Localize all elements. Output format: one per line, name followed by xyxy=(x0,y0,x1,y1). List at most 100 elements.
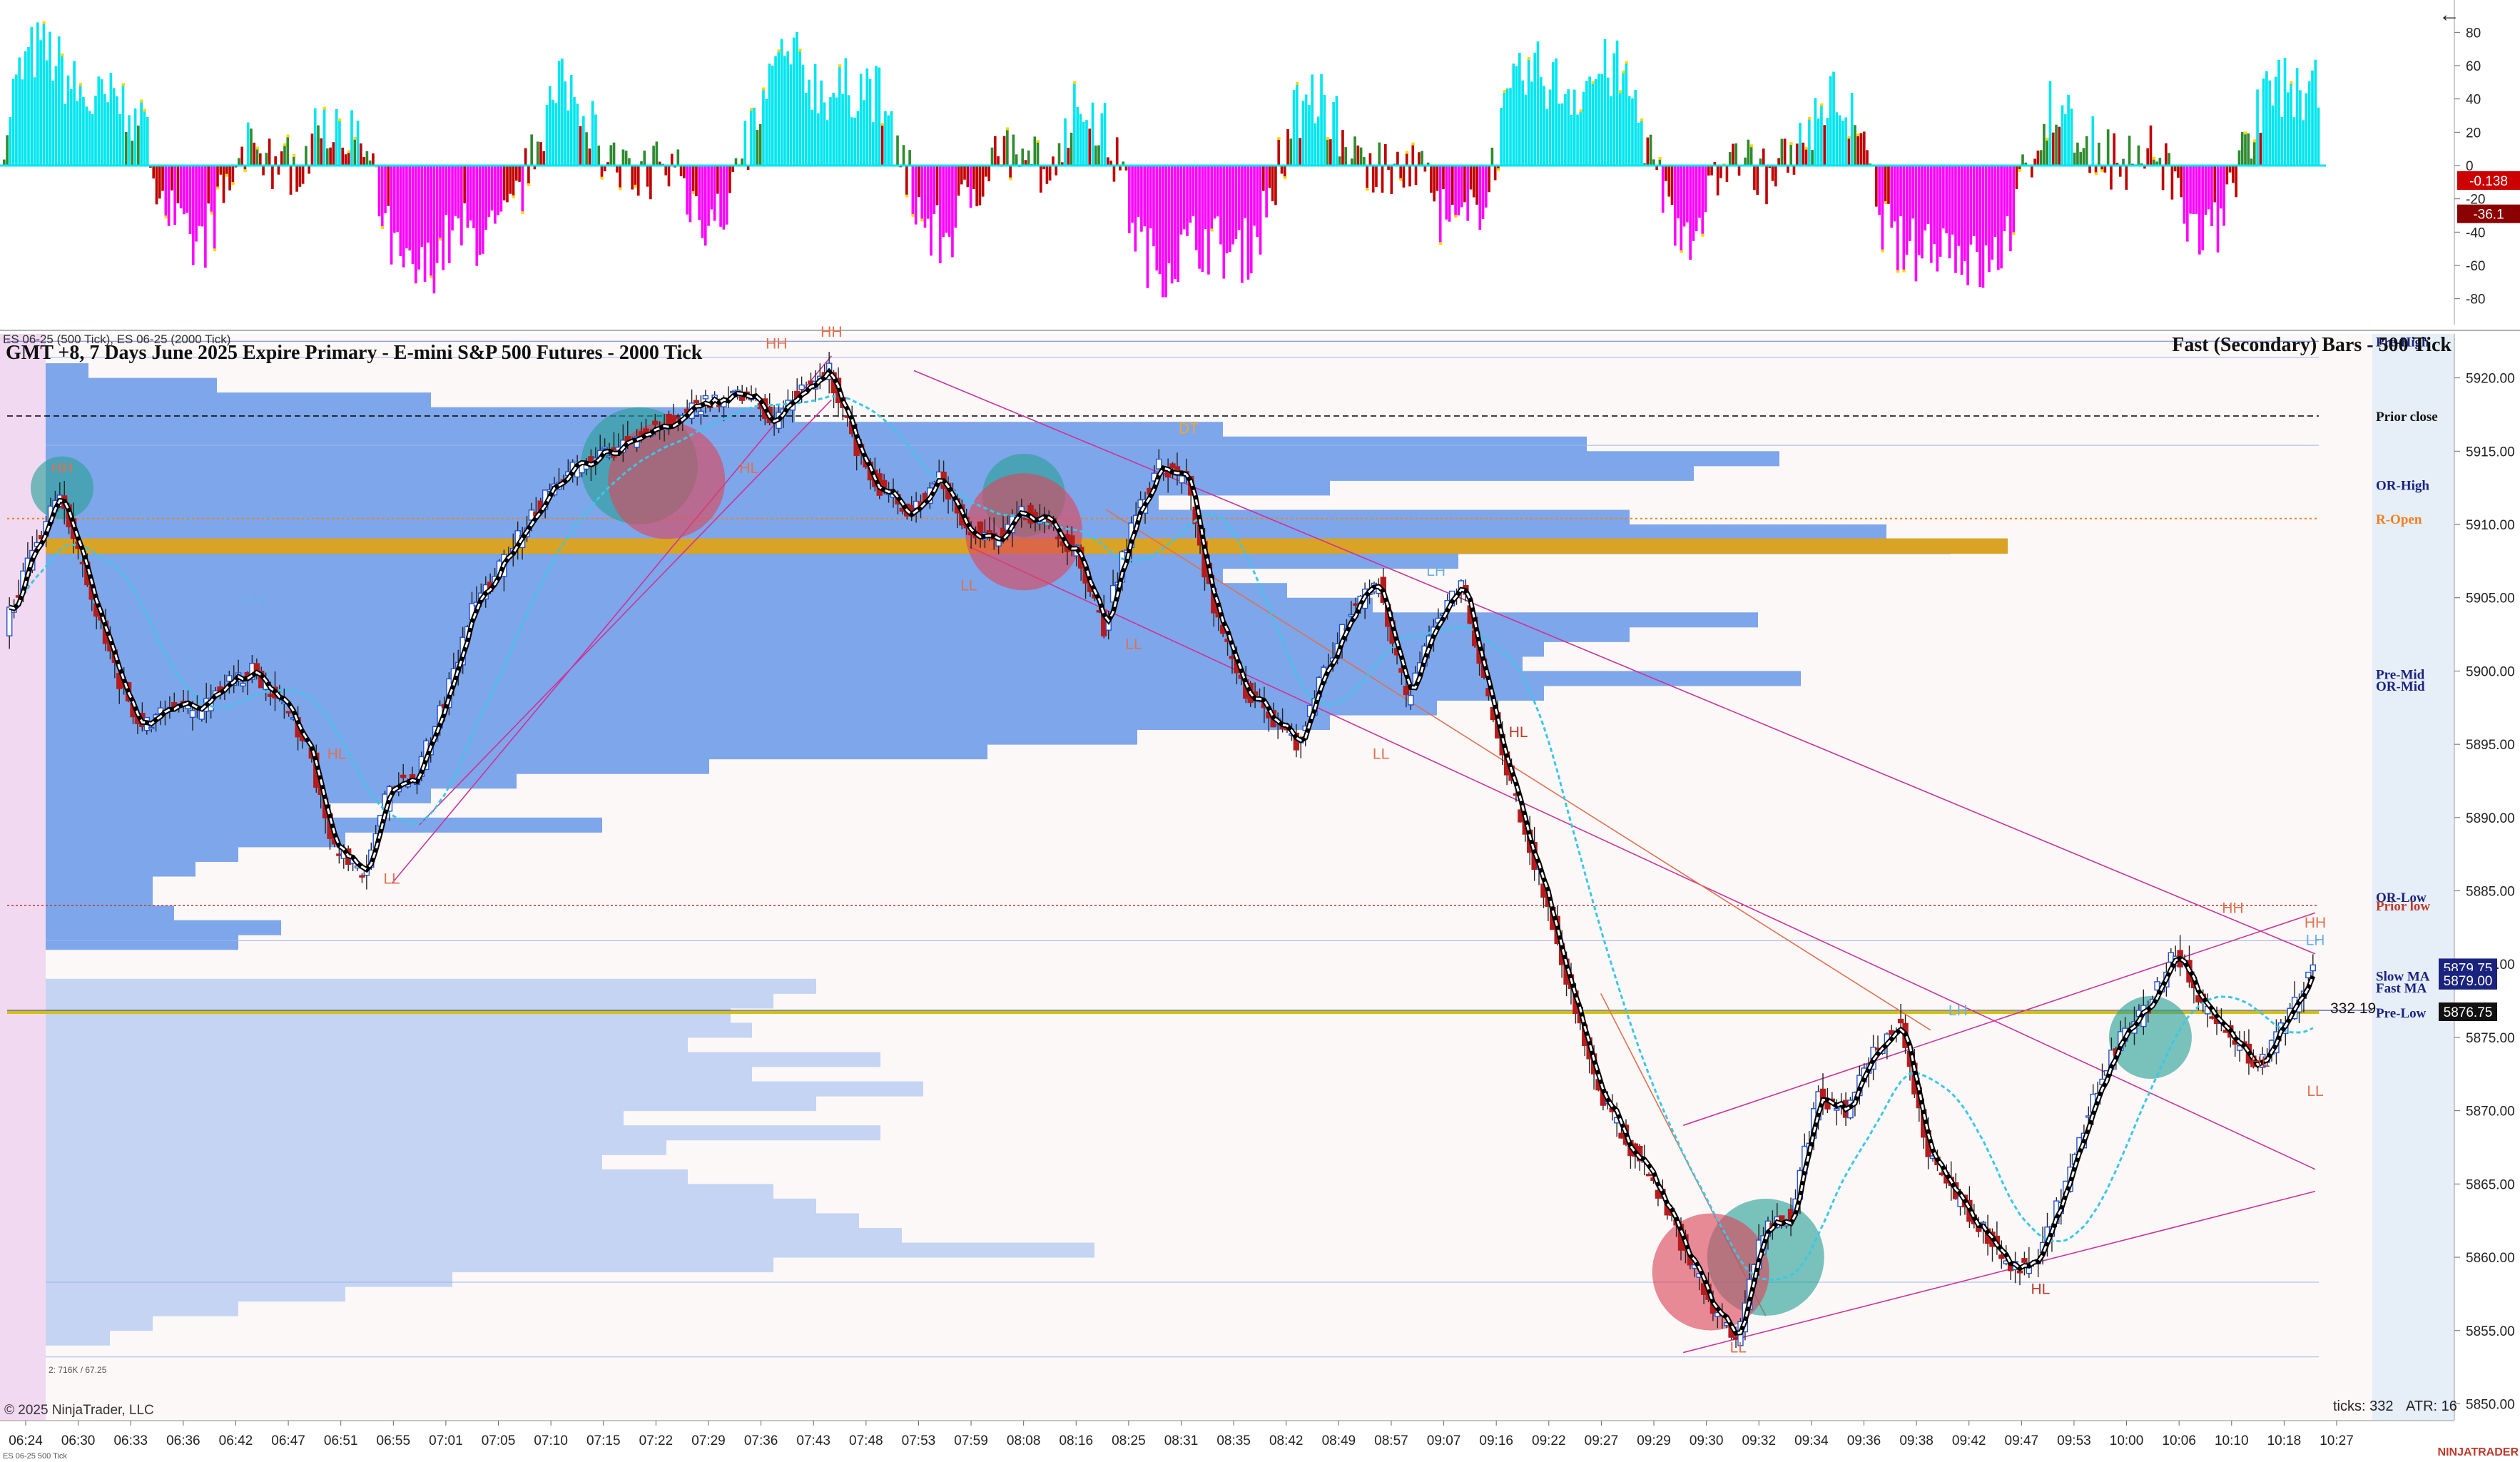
time-tick-label: 09:53 xyxy=(2057,1433,2091,1448)
oscillator-bar xyxy=(1771,166,1774,181)
oscillator-signal-tick xyxy=(762,87,766,91)
oscillator-bar xyxy=(2271,105,2275,166)
oscillator-bar xyxy=(1673,166,1677,246)
oscillator-bar xyxy=(494,166,497,224)
oscillator-bar xyxy=(2015,166,2018,189)
volume-profile-row xyxy=(46,803,324,818)
oscillator-bar xyxy=(591,101,594,166)
price-tick-label: 5855.00 xyxy=(2466,1324,2515,1339)
time-tick-label: 10:06 xyxy=(2162,1433,2196,1448)
oscillator-bar xyxy=(387,166,390,206)
oscillator-bar xyxy=(158,166,161,199)
oscillator-bar xyxy=(2180,166,2183,198)
time-tick-label: 09:38 xyxy=(1899,1433,1934,1448)
oscillator-bar xyxy=(2290,82,2292,166)
oscillator-bar xyxy=(624,151,628,166)
oscillator-bar xyxy=(78,84,82,166)
oscillator-bar xyxy=(1383,143,1387,166)
oscillator-signal-tick xyxy=(2152,156,2156,160)
trading-chart[interactable]: 806040200-20-40-60-80 -0.138-36.1 ← HHHL… xyxy=(0,0,2520,1462)
oscillator-bar xyxy=(1259,166,1262,255)
oscillator-bar xyxy=(347,151,350,166)
oscillator-bar xyxy=(131,141,134,166)
volume-profile-row xyxy=(46,1096,816,1112)
price-tick-label: 5915.00 xyxy=(2466,445,2515,460)
oscillator-bar xyxy=(1597,73,1600,166)
oscillator-bar xyxy=(1881,166,1884,251)
oscillator-bar xyxy=(1911,166,1914,219)
oscillator-bar xyxy=(1951,166,1954,235)
oscillator-bar xyxy=(1329,139,1332,166)
oscillator-bar xyxy=(801,64,805,166)
oscillator-bar xyxy=(1076,106,1079,166)
oscillator-bar xyxy=(1207,166,1210,275)
oscillator-bar xyxy=(140,101,143,166)
counter-readout: 332 19 xyxy=(2330,1000,2376,1017)
oscillator-bar xyxy=(1466,166,1470,221)
oscillator-bar xyxy=(417,166,420,270)
oscillator-signal-tick xyxy=(216,186,220,190)
time-tick-label: 09:34 xyxy=(1794,1433,1829,1448)
oscillator-bar xyxy=(191,166,195,265)
volume-profile-row xyxy=(46,876,153,892)
oscillator-bar xyxy=(1734,143,1738,166)
back-arrow-icon[interactable]: ← xyxy=(2439,3,2460,26)
oscillator-bar xyxy=(774,56,777,166)
oscillator-bar xyxy=(670,153,674,166)
oscillator-bar xyxy=(576,103,579,166)
oscillator-bar xyxy=(975,166,978,207)
price-tick-label: 5865.00 xyxy=(2466,1177,2515,1192)
oscillator-bar xyxy=(521,166,524,213)
oscillator-bar xyxy=(310,133,314,166)
time-tick-label: 08:49 xyxy=(1322,1433,1356,1448)
time-tick-label: 09:07 xyxy=(1427,1433,1461,1448)
oscillator-bar xyxy=(1795,143,1799,166)
volume-profile-row xyxy=(46,920,281,935)
oscillator-bar xyxy=(1085,120,1088,166)
swing-label: HL xyxy=(1509,724,1528,741)
oscillator-bar xyxy=(1859,133,1863,166)
volume-profile-row xyxy=(46,1316,153,1331)
candle-body xyxy=(702,395,709,400)
oscillator-tick-label: 60 xyxy=(2466,59,2481,74)
oscillator-bar xyxy=(1667,166,1671,197)
oscillator-bar xyxy=(758,123,762,166)
oscillator-bar xyxy=(2252,141,2256,166)
candle-body xyxy=(1179,475,1185,484)
oscillator-bar xyxy=(1167,166,1171,263)
oscillator-signal-tick xyxy=(1881,249,1884,253)
oscillator-bar xyxy=(817,113,820,166)
oscillator-bar xyxy=(42,23,46,166)
oscillator-bar xyxy=(2146,148,2150,166)
oscillator-signal-tick xyxy=(920,218,924,222)
time-tick-label: 08:35 xyxy=(1216,1433,1251,1448)
oscillator-bar xyxy=(1164,166,1167,298)
oscillator-signal-tick xyxy=(231,182,235,186)
oscillator-bar xyxy=(146,117,149,166)
time-tick-label: 07:43 xyxy=(796,1433,830,1448)
oscillator-signal-tick xyxy=(78,83,83,86)
oscillator-bar xyxy=(1799,123,1802,166)
oscillator-bar xyxy=(2177,166,2180,178)
volume-profile-row xyxy=(46,1169,688,1184)
oscillator-bar xyxy=(1832,71,1835,166)
oscillator-bar xyxy=(109,73,113,166)
time-tick-label: 08:08 xyxy=(1007,1433,1041,1448)
oscillator-bar xyxy=(1445,166,1448,220)
oscillator-bar xyxy=(686,166,689,215)
volume-profile-row xyxy=(46,1330,110,1346)
price-tick-label: 5910.00 xyxy=(2466,518,2515,533)
oscillator-bar xyxy=(646,166,649,187)
oscillator-bar xyxy=(579,126,582,166)
swing-label: HH xyxy=(766,336,787,352)
oscillator-tick-label: -60 xyxy=(2466,259,2485,274)
ticks-readout: ticks: 332 xyxy=(2333,1398,2393,1414)
oscillator-bar xyxy=(911,166,915,215)
volume-profile-row xyxy=(46,363,88,379)
oscillator-signal-tick xyxy=(1820,103,1824,106)
oscillator-bar xyxy=(1976,166,1978,253)
oscillator-bar xyxy=(2213,166,2217,203)
oscillator-bar xyxy=(1841,120,1844,166)
time-tick-label: 09:16 xyxy=(1479,1433,1513,1448)
price-tick-label: 5895.00 xyxy=(2466,738,2515,753)
